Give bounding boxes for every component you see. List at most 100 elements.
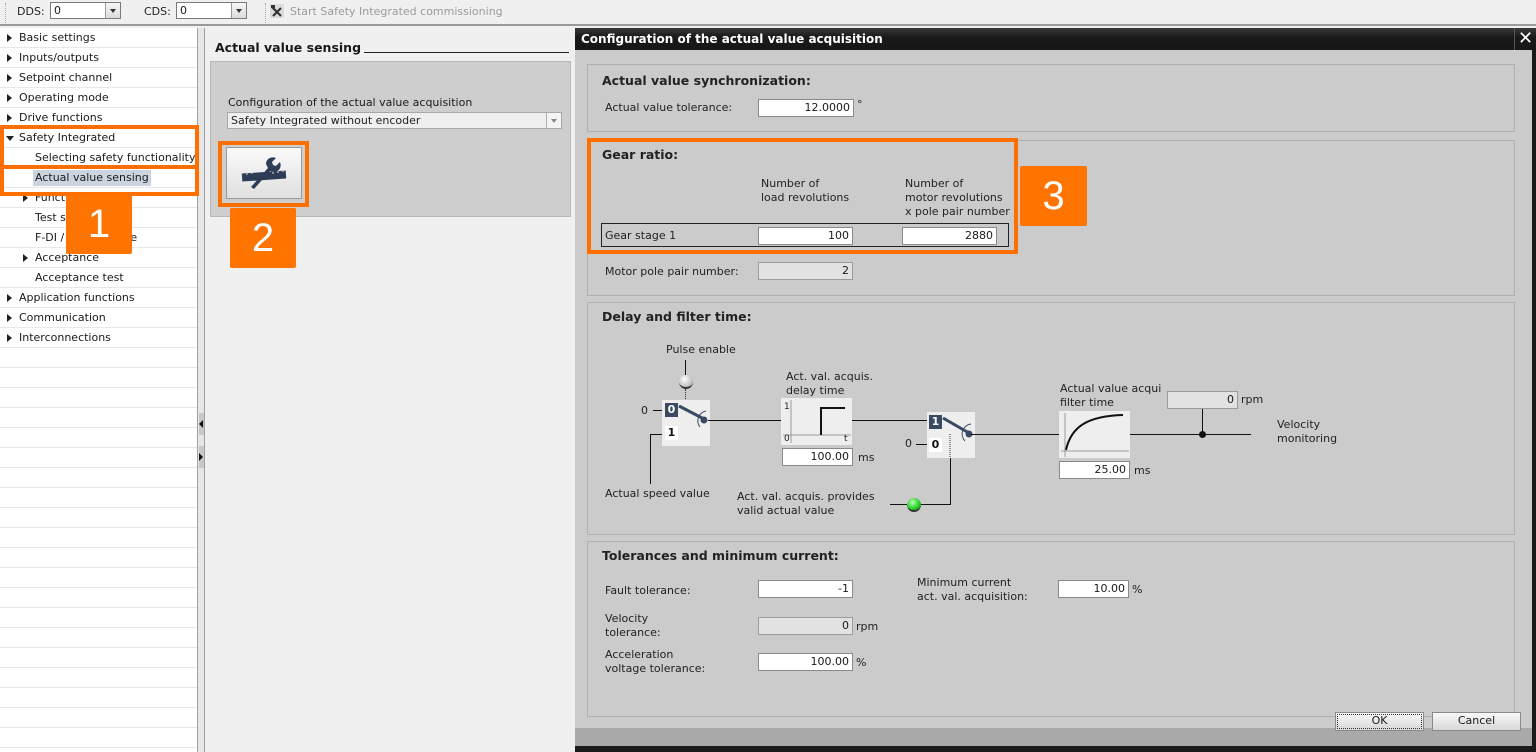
velocity-tolerance-label-1: Velocity — [605, 612, 649, 625]
toolbar-separator — [265, 3, 266, 23]
chevron-down-icon[interactable] — [546, 113, 561, 128]
toolbar: DDS: 0 CDS: 0 Start Safety Integrated co… — [0, 0, 1536, 26]
tree-item-label: Application functions — [19, 291, 135, 304]
tools-icon — [270, 4, 284, 18]
velocity-tolerance-field: 0 — [758, 617, 853, 635]
wire — [708, 420, 781, 421]
filter-time-input[interactable]: 25.00 — [1059, 461, 1130, 479]
tree-item-operating-mode[interactable]: Operating mode — [0, 88, 197, 108]
toolbar-separator — [5, 3, 6, 23]
dialog-title: Configuration of the actual value acquis… — [581, 32, 883, 46]
dialog-border — [1532, 50, 1536, 752]
wire — [650, 434, 651, 484]
tree-item-communication[interactable]: Communication — [0, 308, 197, 328]
velocity-tolerance-unit: rpm — [856, 620, 879, 633]
tree-item-application-functions[interactable]: Application functions — [0, 288, 197, 308]
wire — [685, 360, 686, 376]
expand-arrow-icon[interactable] — [7, 114, 12, 122]
tree-item-label: Acceptance test — [35, 271, 124, 284]
tree-empty-row — [0, 468, 197, 488]
tree-empty-row — [0, 648, 197, 668]
tree-empty-row — [0, 408, 197, 428]
delay-axis-1: 1 — [784, 402, 790, 412]
tree-empty-row — [0, 628, 197, 648]
wire — [1130, 434, 1251, 435]
callout-badge-1: 1 — [66, 195, 132, 254]
delay-unit: ms — [858, 451, 875, 464]
ok-button[interactable]: OK — [1335, 712, 1424, 731]
tree-empty-row — [0, 368, 197, 388]
expand-arrow-icon[interactable] — [7, 34, 12, 42]
expand-right-icon[interactable] — [199, 446, 204, 468]
junction-dot — [1199, 431, 1206, 438]
cds-select[interactable]: 0 — [176, 2, 247, 19]
expand-arrow-icon[interactable] — [7, 54, 12, 62]
pt1-curve-icon — [1061, 413, 1129, 457]
tolerance-input[interactable]: 12.0000 — [758, 99, 854, 117]
tree-empty-row — [0, 488, 197, 508]
tree-empty-row — [0, 348, 197, 368]
pole-pair-field: 2 — [758, 262, 853, 280]
tree-item-label: Setpoint channel — [19, 71, 113, 84]
accel-tolerance-unit: % — [856, 656, 867, 669]
dds-select[interactable]: 0 — [50, 2, 121, 19]
tree-empty-row — [0, 588, 197, 608]
expand-arrow-icon[interactable] — [7, 74, 12, 82]
cancel-button[interactable]: Cancel — [1432, 712, 1521, 731]
switch-lever-icon — [678, 404, 708, 428]
tolerances-group: Tolerances and minimum current: Fault to… — [587, 541, 1515, 717]
config-select[interactable]: Safety Integrated without encoder — [227, 112, 562, 129]
close-icon[interactable]: ✕ — [1514, 28, 1536, 50]
valid-label-1: Act. val. acquis. provides — [737, 490, 875, 503]
min-current-unit: % — [1132, 583, 1143, 596]
dialog-titlebar: Configuration of the actual value acquis… — [575, 28, 1536, 50]
speed-display: 0 — [1167, 391, 1238, 409]
tree-empty-row — [0, 428, 197, 448]
expand-arrow-icon[interactable] — [7, 294, 12, 302]
chevron-down-icon[interactable] — [105, 3, 120, 18]
tree-item-acceptance-test[interactable]: Acceptance test — [0, 268, 197, 288]
tree-item-basic-settings[interactable]: Basic settings — [0, 28, 197, 48]
filter-label-2: filter time — [1060, 396, 1114, 409]
chevron-down-icon[interactable] — [231, 3, 246, 18]
sw2-input-zero: 0 — [905, 437, 912, 450]
expand-arrow-icon[interactable] — [7, 334, 12, 342]
expand-arrow-icon[interactable] — [7, 314, 12, 322]
fault-tolerance-input[interactable]: -1 — [758, 580, 853, 598]
tree-empty-row — [0, 688, 197, 708]
start-commissioning-button[interactable]: Start Safety Integrated commissioning — [270, 4, 503, 18]
sync-title: Actual value synchronization: — [602, 73, 811, 88]
dds-value: 0 — [54, 4, 61, 17]
tree-item-inputs-outputs[interactable]: Inputs/outputs — [0, 48, 197, 68]
delay-group: Delay and filter time: Pulse enable 0 0 … — [587, 302, 1515, 535]
velocity-monitoring-2: monitoring — [1277, 432, 1338, 445]
dialog-border — [575, 746, 1536, 752]
switch-2: 1 0 — [927, 412, 975, 458]
filter-label-1: Actual value acqui — [1060, 382, 1162, 395]
actual-speed-label: Actual speed value — [605, 487, 710, 500]
tree-item-label: Communication — [19, 311, 106, 324]
accel-tolerance-input[interactable]: 100.00 — [758, 653, 853, 671]
wire — [916, 444, 927, 445]
dds-label: DDS: — [17, 5, 45, 18]
expand-arrow-icon[interactable] — [23, 254, 28, 262]
switch-lever-icon — [942, 416, 973, 458]
tree-empty-row — [0, 508, 197, 528]
tree-item-label: Interconnections — [19, 331, 111, 344]
valid-label-2: valid actual value — [737, 504, 835, 517]
tree-item-interconnections[interactable]: Interconnections — [0, 328, 197, 348]
tree-empty-row — [0, 728, 197, 748]
tree-item-setpoint-channel[interactable]: Setpoint channel — [0, 68, 197, 88]
delay-time-input[interactable]: 100.00 — [782, 448, 853, 466]
valid-value-led-icon — [907, 498, 921, 512]
wire — [650, 434, 662, 435]
tree-empty-row — [0, 608, 197, 628]
config-value: Safety Integrated without encoder — [231, 114, 421, 127]
config-dialog: Configuration of the actual value acquis… — [575, 28, 1536, 752]
tolerance-unit: ° — [857, 98, 863, 111]
expand-arrow-icon[interactable] — [7, 94, 12, 102]
collapse-left-icon[interactable] — [199, 413, 204, 435]
filter-graph — [1059, 411, 1130, 458]
tree-empty-row — [0, 668, 197, 688]
min-current-input[interactable]: 10.00 — [1058, 580, 1129, 598]
